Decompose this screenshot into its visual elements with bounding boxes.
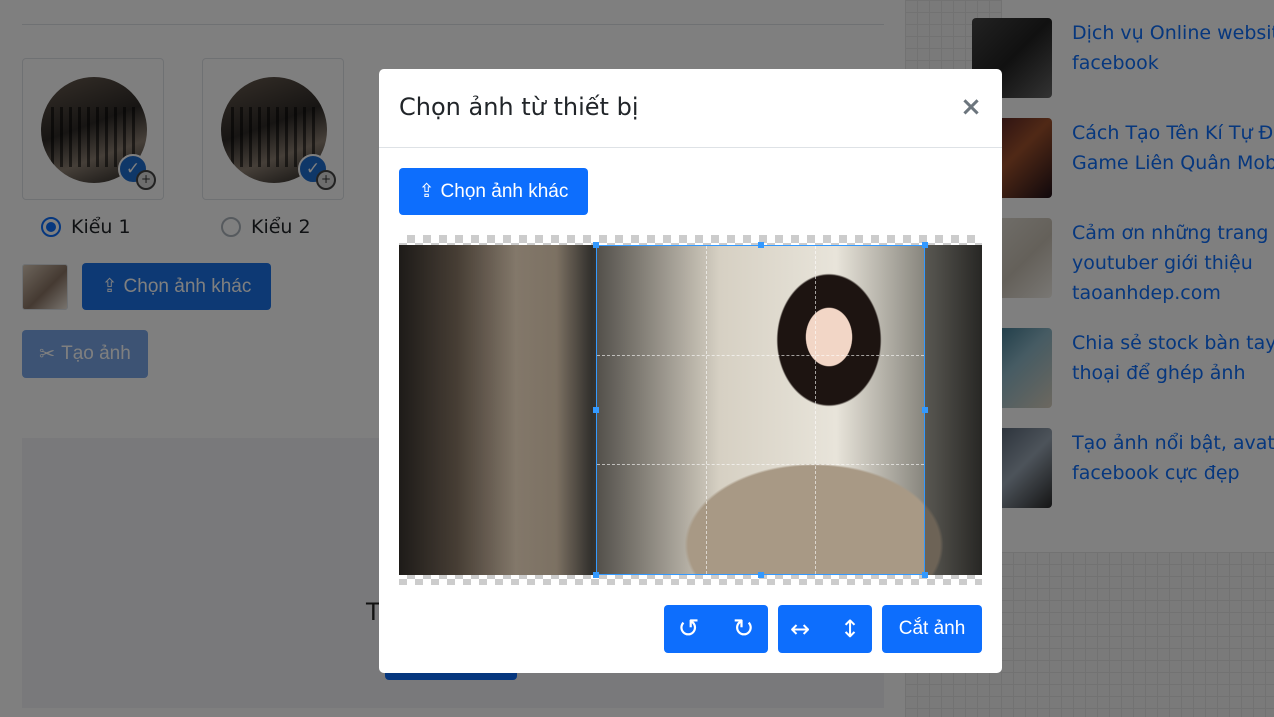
crop-mask-left [399, 245, 596, 575]
crop-handle-w[interactable] [593, 407, 599, 413]
choose-other-image-button[interactable]: ⇪ Chọn ảnh khác [399, 168, 588, 215]
crop-selection-box[interactable] [593, 242, 928, 578]
crop-handle-ne[interactable] [922, 242, 928, 248]
crop-image-button[interactable]: Cắt ảnh [882, 605, 982, 653]
crop-guide [705, 246, 707, 574]
crop-guide [814, 246, 816, 574]
modal-header: Chọn ảnh từ thiết bị × [379, 69, 1002, 148]
crop-handle-s[interactable] [758, 572, 764, 578]
crop-handle-nw[interactable] [593, 242, 599, 248]
flip-horizontal-icon[interactable]: ↔ [790, 615, 810, 643]
crop-handle-e[interactable] [922, 407, 928, 413]
image-picker-modal: Chọn ảnh từ thiết bị × ⇪ Chọn ảnh khác ↺… [379, 69, 1002, 673]
crop-guide [597, 464, 924, 466]
crop-handle-n[interactable] [758, 242, 764, 248]
close-icon[interactable]: × [959, 93, 983, 121]
rotate-left-icon[interactable]: ↺ [678, 614, 700, 644]
upload-icon: ⇪ [418, 181, 435, 202]
image-cropper[interactable] [399, 235, 982, 585]
rotate-button-group: ↺ ↻ [664, 605, 768, 653]
crop-mask-right [925, 245, 982, 575]
flip-vertical-icon[interactable]: ↕ [840, 615, 860, 643]
crop-handle-se[interactable] [922, 572, 928, 578]
crop-handle-sw[interactable] [593, 572, 599, 578]
modal-title: Chọn ảnh từ thiết bị [399, 93, 639, 121]
flip-button-group: ↔ ↕ [778, 605, 872, 653]
crop-guide [597, 355, 924, 357]
rotate-right-icon[interactable]: ↻ [733, 614, 755, 644]
